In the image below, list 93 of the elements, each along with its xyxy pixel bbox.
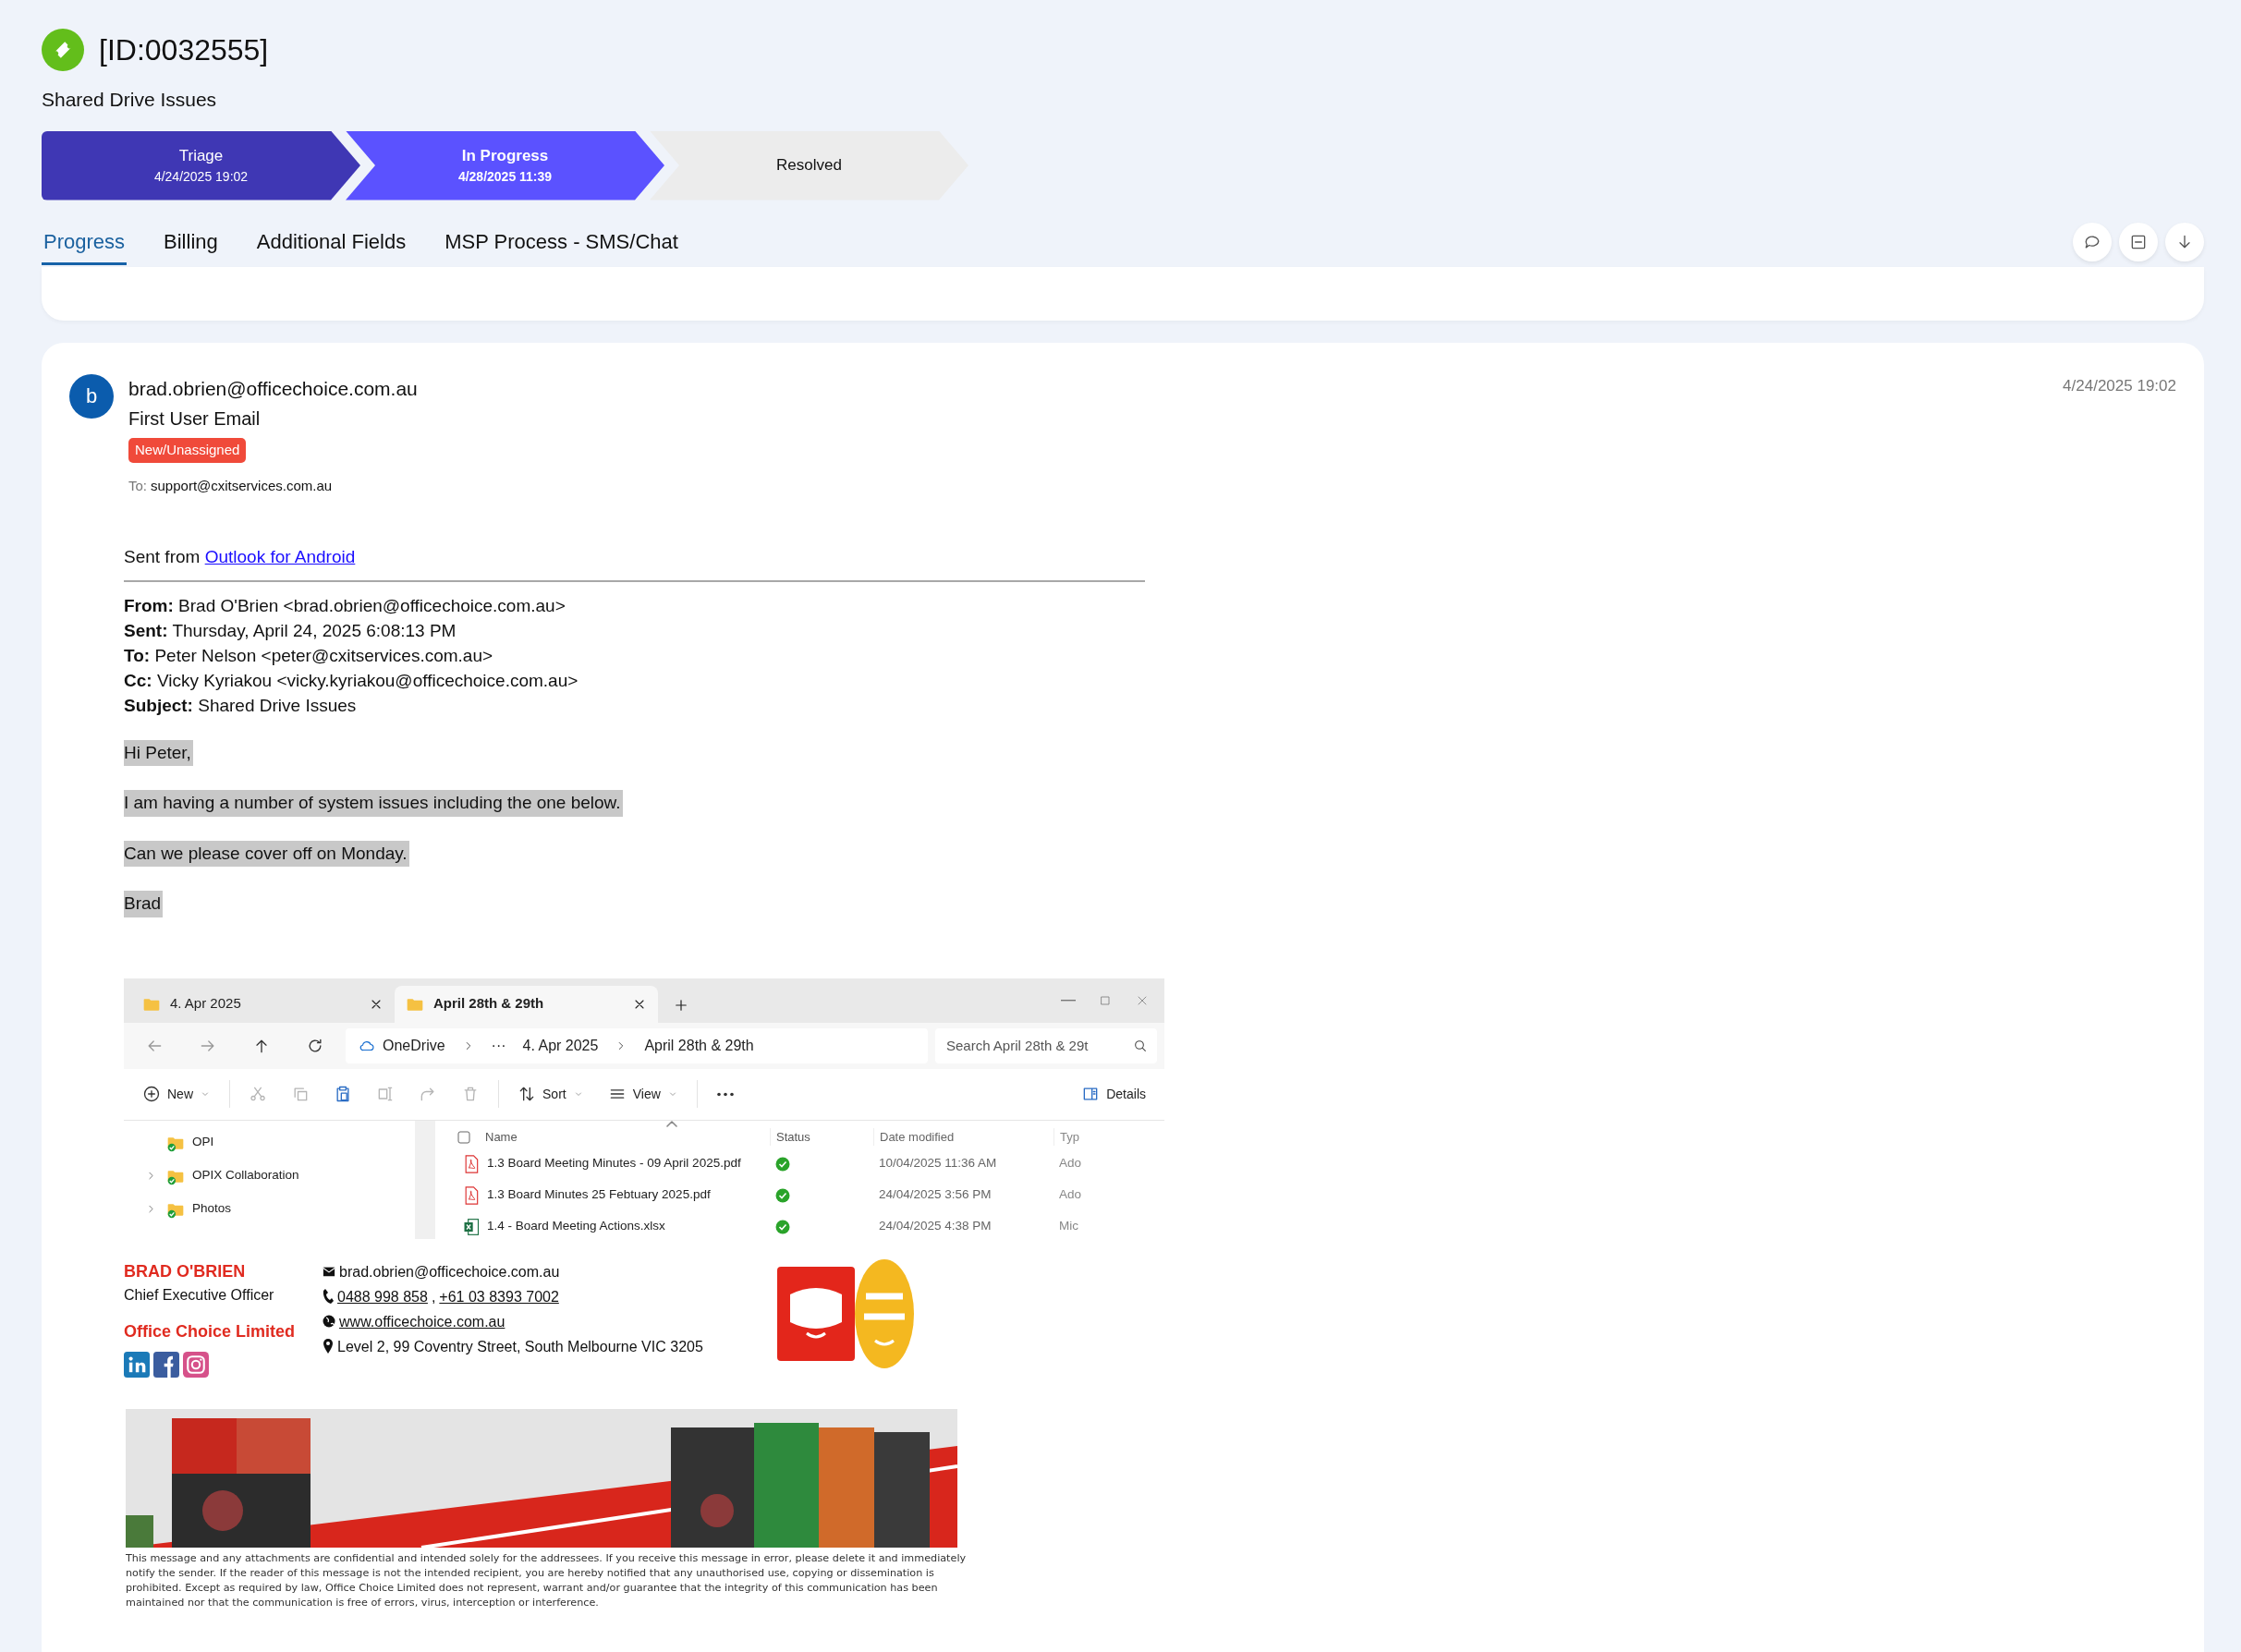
sort-caret-icon <box>665 1120 678 1127</box>
breadcrumb-item[interactable]: April 28th & 29th <box>644 1034 754 1057</box>
body-paragraph: Can we please cover off on Monday. <box>124 840 409 867</box>
to-label: To: <box>128 476 147 495</box>
sender-email: brad.obrien@officechoice.com.au <box>128 376 419 401</box>
synced-status-icon <box>775 1156 790 1172</box>
badge-logo-icon <box>854 1258 914 1368</box>
tree-item[interactable]: Photos <box>137 1192 237 1226</box>
email-time: 4/24/2025 19:02 <box>2063 375 2176 396</box>
stage-step[interactable]: Resolved <box>650 130 968 200</box>
details-button[interactable]: Details <box>1072 1078 1155 1110</box>
comment-button[interactable] <box>2073 222 2112 261</box>
column-header[interactable]: Status <box>776 1129 810 1144</box>
plus-icon <box>142 1085 161 1103</box>
globe-icon <box>323 1313 336 1330</box>
synced-status-icon <box>775 1219 790 1234</box>
column-header[interactable]: Name <box>485 1127 518 1147</box>
header-line: Cc: Vicky Kyriakou <vicky.kyriakou@officechoice.com.au> <box>124 669 579 692</box>
tree-item[interactable]: OPIX Collaboration <box>137 1159 305 1193</box>
rename-icon <box>376 1085 395 1103</box>
minimize-icon <box>1061 999 1076 1002</box>
date-modified: 24/04/2025 4:38 PM <box>878 1218 993 1235</box>
signature-address: Level 2, 99 Coventry Street, South Melbourne VIC 3205 <box>337 1337 703 1356</box>
column-header[interactable]: Date modified <box>880 1129 955 1144</box>
avatar: b <box>69 373 114 419</box>
tab[interactable]: Progress <box>42 220 128 265</box>
tab[interactable]: Additional Fields <box>254 220 408 265</box>
signature-role: Chief Executive Officer <box>124 1285 275 1305</box>
tree-item[interactable]: OPI <box>137 1125 220 1160</box>
download-button[interactable] <box>2165 222 2204 261</box>
breadcrumb-item[interactable]: 4. Apr 2025 <box>522 1034 599 1057</box>
header-line: From: Brad O'Brien <brad.obrien@officechoice.com.au> <box>124 594 566 617</box>
date-modified: 10/04/2025 11:36 AM <box>878 1155 998 1172</box>
search-icon <box>1133 1038 1148 1053</box>
stage-step[interactable]: Triage 4/24/2025 19:02 <box>42 130 360 200</box>
header-line: Sent: Thursday, April 24, 2025 6:08:13 PM <box>124 619 457 642</box>
column-header[interactable]: Typ <box>1060 1129 1079 1144</box>
signature-email: brad.obrien@officechoice.com.au <box>339 1262 560 1282</box>
date-modified: 24/04/2025 3:56 PM <box>878 1186 993 1204</box>
ticket-icon <box>42 29 84 71</box>
phone-icon <box>323 1288 335 1305</box>
header-line: Subject: Shared Drive Issues <box>124 694 358 717</box>
mail-icon <box>323 1265 336 1278</box>
header-line: To: Peter Nelson <peter@cxitservices.com.au> <box>124 644 494 667</box>
separator: , <box>431 1287 436 1306</box>
file-name[interactable]: 1.4 - Board Meeting Actions.xlsx <box>487 1217 665 1236</box>
disclaimer-text: This message and any attachments are confidential and intended solely for the addressees. If you receive this message in error, please delete it and immediately notify the sender. If the reader of this message is not the intended recipient, you are hereby notified that any unauthorised use, copying or dissemination is prohibited. Except as required by law, Office Choice Limited does not represent, warrant and/or guarantee that the integrity of this communication has been maintained nor that the communication is free of errors, virus, interception or interference. <box>126 1550 968 1611</box>
checkbox[interactable] <box>457 1130 470 1144</box>
ticket-id: [ID:0032555] <box>99 32 269 68</box>
breadcrumb-item[interactable]: OneDrive <box>359 1034 445 1057</box>
window-tab[interactable]: April 28th & 29th <box>395 985 658 1023</box>
company-name: Office Choice Limited <box>124 1320 296 1342</box>
spreadsheet-file-icon <box>463 1217 480 1236</box>
file-name[interactable]: 1.3 Board Meeting Minutes - 09 April 2025.pdf <box>487 1154 741 1173</box>
phone-link[interactable]: 0488 998 858 <box>337 1283 428 1309</box>
file-type: Ado <box>1058 1186 1082 1204</box>
file-name[interactable]: 1.3 Board Minutes 25 Febtuary 2025.pdf <box>487 1185 711 1205</box>
location-pin-icon <box>323 1338 335 1354</box>
file-type: Ado <box>1058 1155 1082 1172</box>
logo-icon <box>776 1266 855 1361</box>
collapse-button[interactable] <box>2119 222 2158 261</box>
window-tab[interactable]: 4. Apr 2025 <box>131 985 395 1023</box>
email-subject: First User Email <box>128 407 262 431</box>
sort-button[interactable]: Sort <box>508 1078 593 1110</box>
cut-icon <box>249 1085 267 1103</box>
pdf-file-icon <box>463 1154 480 1173</box>
tab[interactable]: MSP Process - SMS/Chat <box>443 220 680 265</box>
ticket-title: Shared Drive Issues <box>42 88 218 112</box>
view-button[interactable]: View <box>598 1078 688 1110</box>
facebook-icon <box>153 1351 179 1378</box>
tab[interactable]: Billing <box>162 220 220 265</box>
search-field[interactable]: Search April 28th & 29t <box>935 1027 1157 1063</box>
outlook-link[interactable]: Outlook for Android <box>204 547 356 566</box>
more-icon <box>715 1091 735 1097</box>
new-button[interactable]: New <box>133 1078 220 1110</box>
linkedin-icon <box>124 1351 150 1378</box>
body-paragraph: Brad <box>124 891 164 917</box>
body-paragraph: Hi Peter, <box>124 739 193 766</box>
breadcrumb-item[interactable]: ··· <box>491 1034 506 1057</box>
pdf-file-icon <box>463 1185 480 1205</box>
phone-link[interactable]: +61 03 8393 7002 <box>439 1283 559 1309</box>
status-badge: New/Unassigned <box>128 438 247 463</box>
instagram-icon <box>183 1351 209 1378</box>
share-icon <box>419 1085 437 1103</box>
stage-step[interactable]: In Progress 4/28/2025 11:39 <box>346 130 664 200</box>
synced-status-icon <box>775 1187 790 1203</box>
sort-icon <box>518 1085 536 1103</box>
body-paragraph: I am having a number of system issues including the one below. <box>124 790 623 817</box>
file-type: Mic <box>1058 1218 1078 1235</box>
sent-from-text: Sent from Outlook for Android <box>124 546 357 568</box>
recipient-email: support@cxitservices.com.au <box>151 476 333 495</box>
website-link[interactable]: www.officechoice.com.au <box>339 1308 505 1334</box>
signature-name: BRAD O'BRIEN <box>124 1260 247 1282</box>
